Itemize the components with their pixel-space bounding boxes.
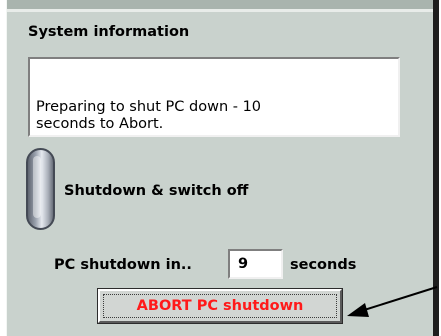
abort-button-focus-ring: ABORT PC shutdown	[103, 294, 337, 318]
abort-shutdown-button[interactable]: ABORT PC shutdown	[97, 288, 343, 324]
system-info-textbox[interactable]: Preparing to shut PC down - 10 seconds t…	[28, 57, 400, 137]
countdown-label: PC shutdown in..	[54, 257, 192, 273]
countdown-seconds-field[interactable]	[228, 249, 283, 279]
panel-top-divider	[7, 0, 439, 12]
abort-button-label: ABORT PC shutdown	[136, 298, 304, 314]
shutdown-toggle-label: Shutdown & switch off	[64, 183, 249, 199]
arrow-pointer-icon	[347, 286, 438, 317]
system-info-text: Preparing to shut PC down - 10 seconds t…	[36, 99, 262, 132]
countdown-unit-label: seconds	[290, 257, 357, 273]
section-title: System information	[28, 24, 190, 40]
shutdown-toggle-switch[interactable]	[26, 148, 55, 230]
